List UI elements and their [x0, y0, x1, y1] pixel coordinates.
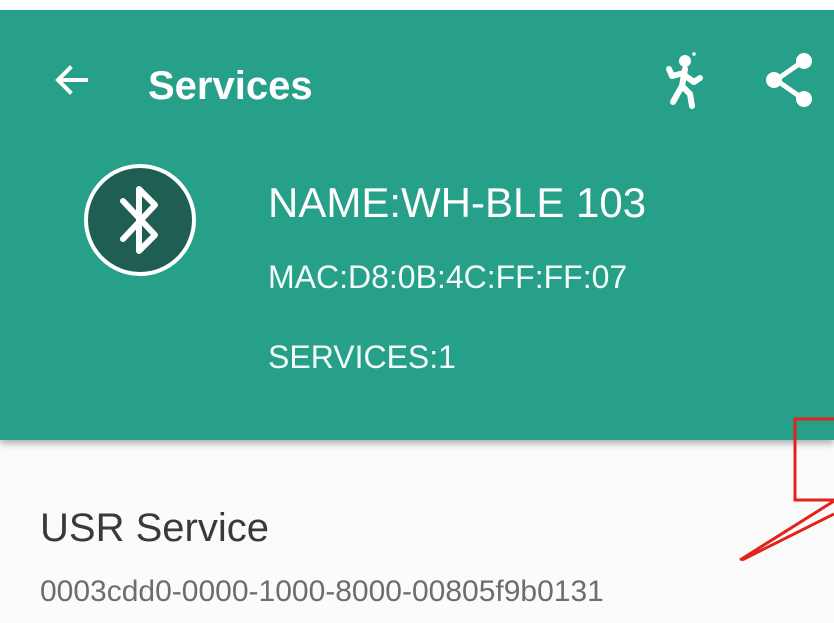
device-header: Services NAME:WH-BLE 103 MAC:D8:0B:4C:FF…	[0, 10, 834, 440]
share-button[interactable]	[760, 48, 824, 112]
walking-person-icon	[666, 52, 703, 109]
arrow-left-icon	[55, 65, 88, 95]
device-name: NAME:WH-BLE 103	[268, 179, 647, 226]
service-uuid: 0003cdd0-0000-1000-8000-00805f9b0131	[40, 575, 604, 608]
page-title: Services	[148, 64, 313, 108]
services-screen: Services NAME:WH-BLE 103 MAC:D8:0B:4C:FF…	[0, 0, 834, 623]
service-name: USR Service	[40, 506, 269, 550]
service-list-item[interactable]: USR Service 0003cdd0-0000-1000-8000-0080…	[0, 440, 834, 623]
walking-person-button[interactable]	[652, 48, 716, 112]
device-services-count: SERVICES:1	[268, 339, 456, 375]
back-button[interactable]	[50, 58, 94, 102]
bluetooth-icon	[84, 164, 196, 276]
top-strip	[0, 0, 834, 10]
bluetooth-badge	[83, 163, 197, 277]
device-mac-address: MAC:D8:0B:4C:FF:FF:07	[268, 259, 628, 295]
share-icon	[766, 53, 812, 107]
